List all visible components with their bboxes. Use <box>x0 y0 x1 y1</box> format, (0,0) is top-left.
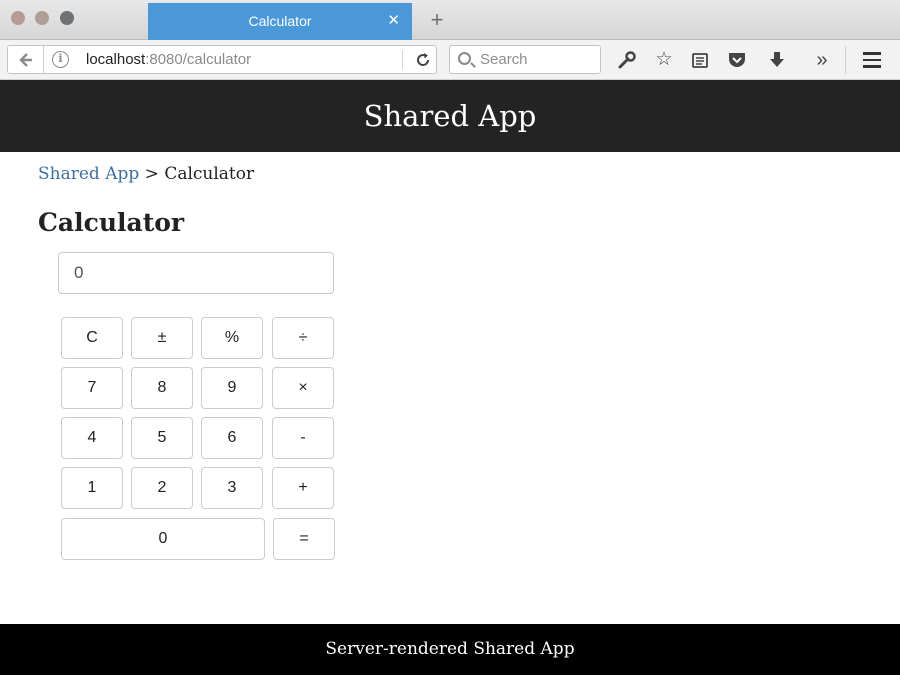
digit-3-button[interactable]: 3 <box>201 467 263 509</box>
pocket-icon[interactable] <box>725 48 749 72</box>
page-title: Calculator <box>38 208 185 237</box>
info-icon[interactable]: i <box>52 51 69 68</box>
digit-8-button[interactable]: 8 <box>131 367 193 409</box>
plus-minus-button[interactable]: ± <box>131 317 193 359</box>
multiply-button[interactable]: × <box>272 367 334 409</box>
reload-icon[interactable] <box>410 46 436 76</box>
url-host: localhost <box>86 51 146 68</box>
window-maximize-button[interactable] <box>60 11 74 25</box>
digit-0-button[interactable]: 0 <box>61 518 265 560</box>
digit-1-button[interactable]: 1 <box>61 467 123 509</box>
app-header: Shared App <box>0 80 900 152</box>
search-icon <box>458 52 471 65</box>
digit-6-button[interactable]: 6 <box>201 417 263 459</box>
digit-5-button[interactable]: 5 <box>131 417 193 459</box>
percent-button[interactable]: % <box>201 317 263 359</box>
browser-toolbar: i localhost:8080/calculator Search ☆ » <box>0 40 900 80</box>
breadcrumb-separator: > <box>139 164 165 184</box>
digit-7-button[interactable]: 7 <box>61 367 123 409</box>
url-path: :8080/calculator <box>145 51 252 68</box>
calculator-display[interactable]: 0 <box>58 252 334 294</box>
add-button[interactable]: + <box>272 467 334 509</box>
menu-icon[interactable] <box>863 52 881 68</box>
equals-button[interactable]: = <box>273 518 335 560</box>
wrench-icon[interactable] <box>615 48 639 72</box>
tab-close-icon[interactable]: ✕ <box>387 3 400 39</box>
download-icon[interactable] <box>765 48 789 72</box>
window-close-button[interactable] <box>11 11 25 25</box>
window-minimize-button[interactable] <box>35 11 49 25</box>
digit-9-button[interactable]: 9 <box>201 367 263 409</box>
digit-2-button[interactable]: 2 <box>131 467 193 509</box>
clear-button[interactable]: C <box>61 317 123 359</box>
url-bar[interactable]: i localhost:8080/calculator <box>7 45 437 74</box>
new-tab-button[interactable]: + <box>426 6 448 34</box>
breadcrumb: Shared App > Calculator <box>38 162 254 186</box>
digit-4-button[interactable]: 4 <box>61 417 123 459</box>
url-divider <box>402 50 403 69</box>
back-arrow-icon[interactable] <box>8 46 44 73</box>
search-input[interactable]: Search <box>449 45 601 74</box>
tab-strip: Calculator ✕ + <box>0 0 900 40</box>
reader-icon[interactable] <box>688 48 712 72</box>
subtract-button[interactable]: - <box>272 417 334 459</box>
breadcrumb-current: Calculator <box>164 164 255 184</box>
toolbar-divider <box>845 46 846 74</box>
tab-calculator[interactable]: Calculator ✕ <box>148 3 412 40</box>
overflow-icon[interactable]: » <box>810 48 834 72</box>
search-placeholder: Search <box>480 51 528 68</box>
url-text[interactable]: localhost:8080/calculator <box>86 46 251 73</box>
divide-button[interactable]: ÷ <box>272 317 334 359</box>
breadcrumb-home-link[interactable]: Shared App <box>38 164 139 184</box>
tab-title: Calculator <box>248 13 312 29</box>
app-footer: Server-rendered Shared App <box>0 624 900 675</box>
star-icon[interactable]: ☆ <box>652 48 676 72</box>
